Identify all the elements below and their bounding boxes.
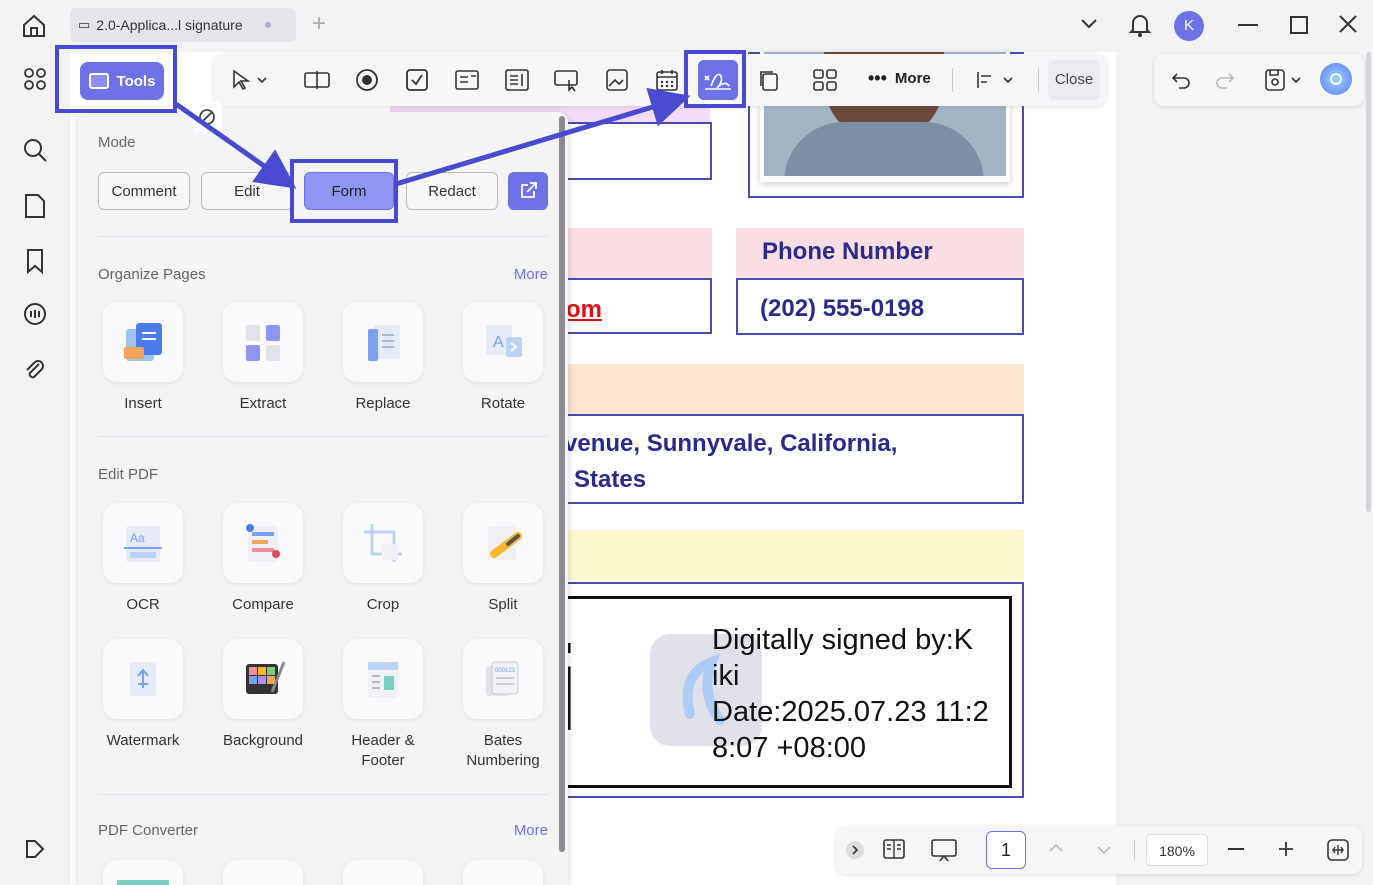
arrow-tools-to-form <box>174 101 297 189</box>
arrow-form-to-signature <box>395 88 691 187</box>
annotation-arrows <box>174 88 691 189</box>
